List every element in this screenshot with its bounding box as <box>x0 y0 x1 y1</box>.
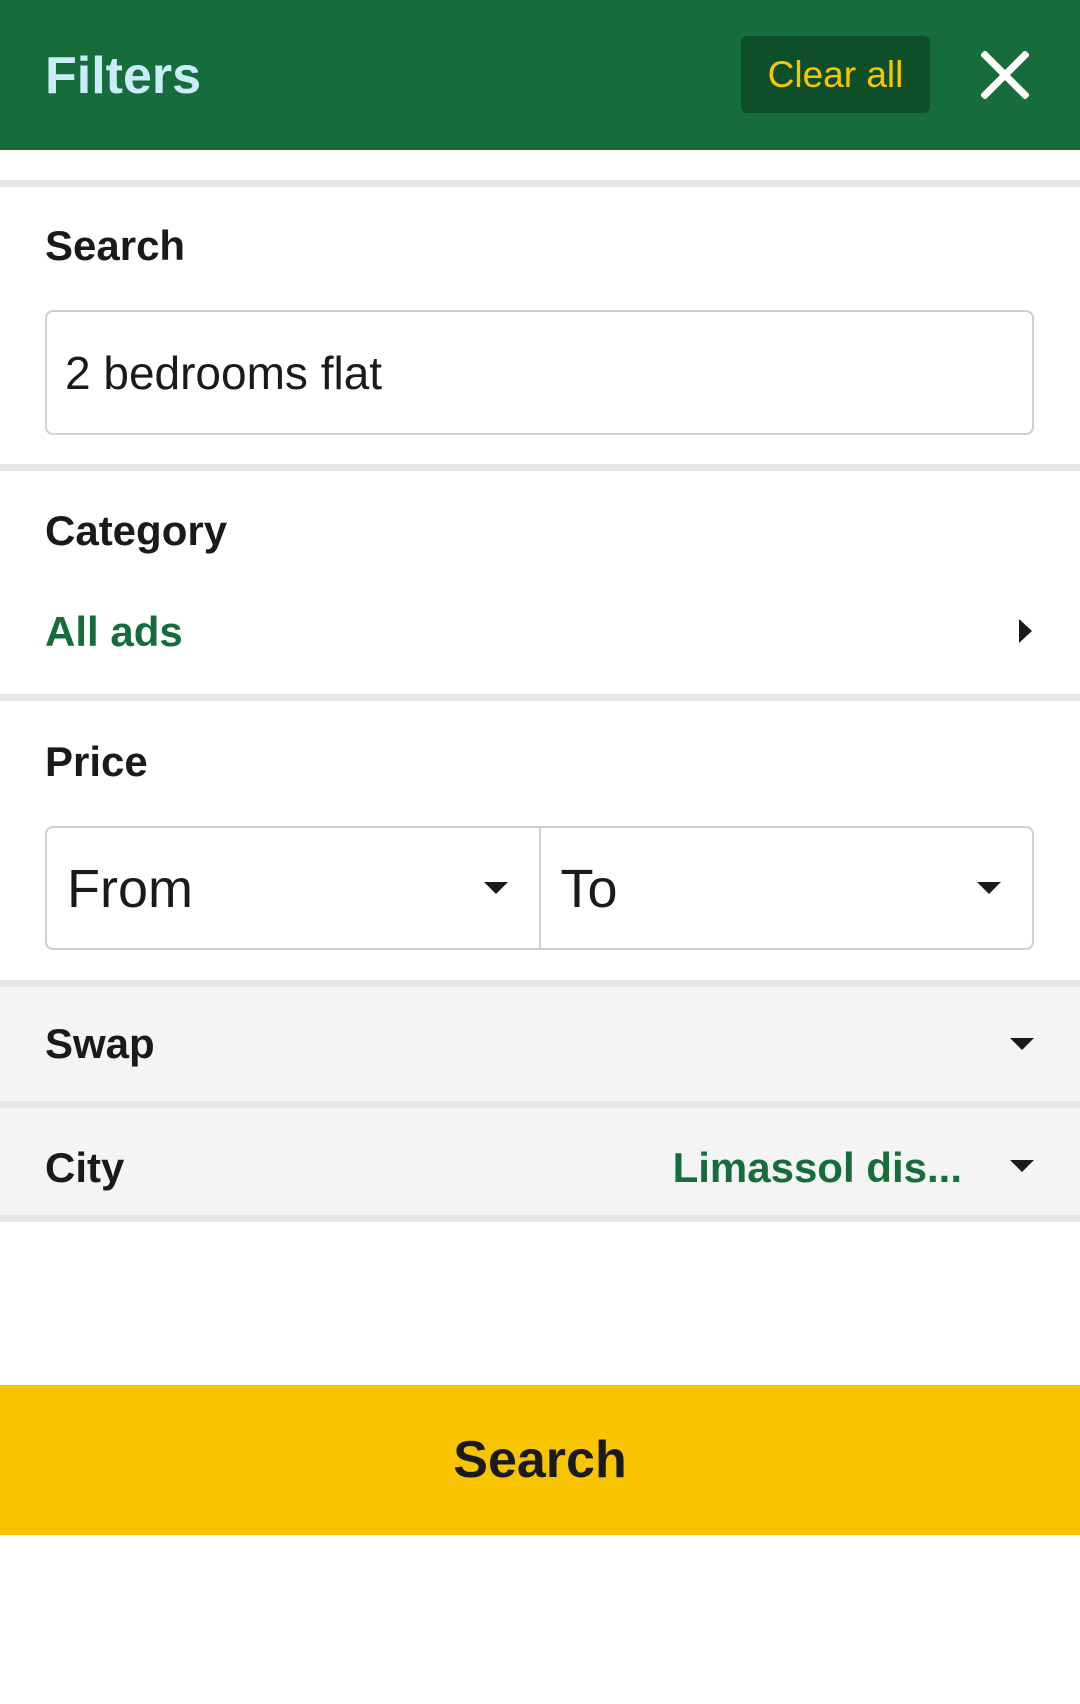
search-button[interactable]: Search <box>0 1385 1080 1535</box>
filters-screen: Filters Clear all Search Category All ad… <box>0 0 1080 1704</box>
divider <box>0 980 1080 987</box>
page-title: Filters <box>45 47 202 105</box>
price-to-select[interactable]: To <box>538 828 1033 948</box>
search-input[interactable] <box>45 310 1034 435</box>
caret-down-icon <box>483 882 508 894</box>
city-row[interactable]: City Limassol dis... <box>0 1108 1080 1215</box>
caret-down-icon <box>977 882 1001 894</box>
divider <box>0 464 1080 471</box>
caret-down-icon <box>1010 1038 1034 1050</box>
close-icon <box>981 51 1029 99</box>
swap-row[interactable]: Swap <box>0 987 1080 1101</box>
price-from-select[interactable]: From <box>47 828 539 948</box>
divider <box>0 694 1080 701</box>
price-from-label: From <box>67 859 193 919</box>
chevron-right-icon <box>1019 619 1032 643</box>
category-selector[interactable]: All ads <box>0 590 1080 670</box>
price-range: From To <box>45 826 1034 950</box>
search-section-label: Search <box>45 222 186 269</box>
category-value: All ads <box>45 608 183 655</box>
divider <box>0 180 1080 187</box>
close-button[interactable] <box>975 45 1035 105</box>
divider <box>0 1101 1080 1108</box>
caret-down-icon <box>1010 1160 1034 1172</box>
filters-header: Filters Clear all <box>0 0 1080 150</box>
city-label: City <box>45 1144 125 1191</box>
clear-all-button[interactable]: Clear all <box>741 36 930 113</box>
city-value: Limassol dis... <box>672 1144 962 1191</box>
category-section-label: Category <box>45 507 228 554</box>
price-to-label: To <box>560 859 618 919</box>
swap-label: Swap <box>45 1020 155 1067</box>
divider <box>0 1215 1080 1222</box>
price-section-label: Price <box>45 738 148 785</box>
